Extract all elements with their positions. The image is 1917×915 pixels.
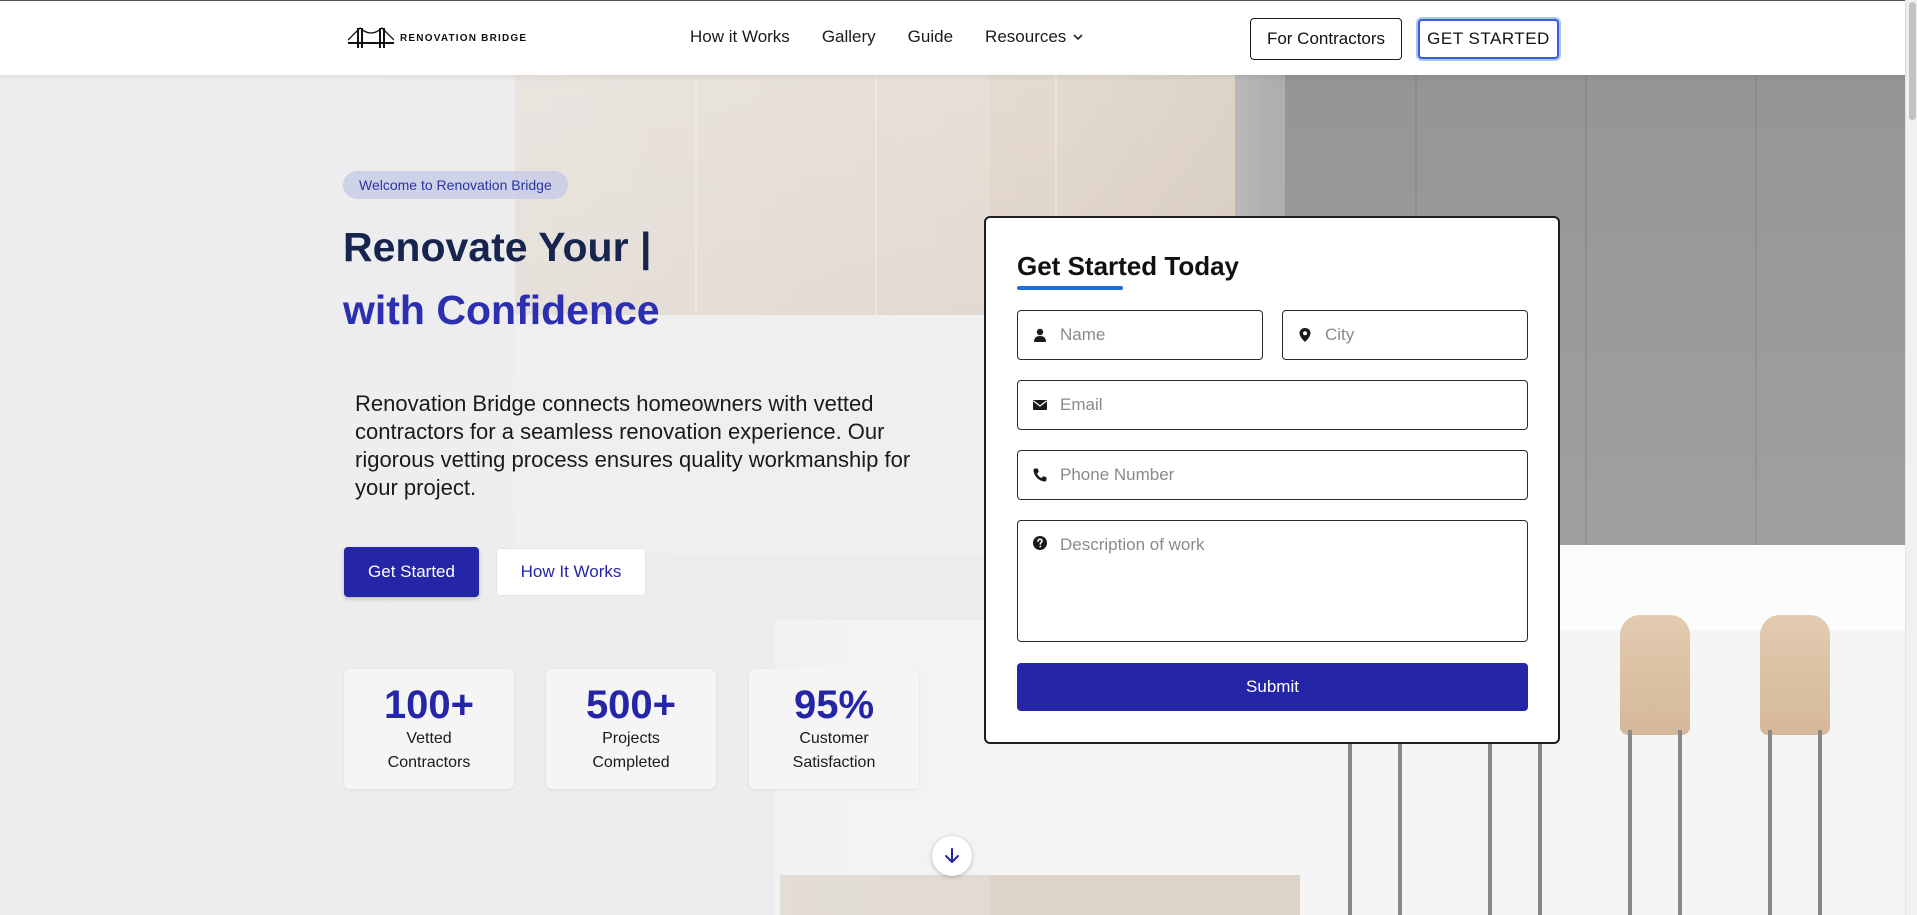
hero-how-it-works-button[interactable]: How It Works — [496, 548, 646, 596]
hero-get-started-button[interactable]: Get Started — [344, 547, 479, 597]
scrollbar-thumb[interactable] — [1909, 2, 1916, 120]
stat-label: Customer Satisfaction — [792, 730, 876, 771]
for-contractors-button[interactable]: For Contractors — [1250, 18, 1402, 60]
description-field[interactable] — [1017, 520, 1528, 642]
nav-link-gallery[interactable]: Gallery — [822, 27, 876, 47]
question-circle-icon — [1033, 536, 1047, 550]
email-input[interactable] — [1060, 395, 1527, 415]
city-field[interactable] — [1282, 310, 1528, 360]
arrow-down-icon — [945, 848, 959, 863]
headline-line-1: Renovate Your | — [343, 224, 652, 270]
top-nav: RENOVATION BRIDGE How it Works Gallery G… — [0, 0, 1905, 75]
phone-field[interactable] — [1017, 450, 1528, 500]
form-title-underline — [1017, 286, 1123, 290]
stat-card-projects: 500+ Projects Completed — [546, 669, 716, 789]
nav-links: How it Works Gallery Guide Resources — [690, 27, 1084, 47]
stat-card-contractors: 100+ Vetted Contractors — [344, 669, 514, 789]
city-input[interactable] — [1325, 325, 1527, 345]
stat-card-satisfaction: 95% Customer Satisfaction — [749, 669, 919, 789]
get-started-form: Get Started Today Submit — [984, 216, 1560, 744]
email-field[interactable] — [1017, 380, 1528, 430]
bridge-logo-icon — [348, 27, 394, 48]
site-logo[interactable]: RENOVATION BRIDGE — [348, 26, 527, 50]
stat-value: 500+ — [585, 683, 677, 727]
stat-value: 95% — [793, 683, 875, 727]
nav-get-started-button[interactable]: GET STARTED — [1418, 19, 1559, 59]
phone-icon — [1033, 468, 1047, 482]
page-scrollbar[interactable] — [1905, 0, 1917, 915]
phone-input[interactable] — [1060, 465, 1527, 485]
nav-link-how-it-works[interactable]: How it Works — [690, 27, 790, 47]
hero-background — [0, 75, 1905, 915]
map-pin-icon — [1299, 328, 1311, 342]
submit-button[interactable]: Submit — [1017, 663, 1528, 711]
nav-link-resources-label: Resources — [985, 27, 1067, 46]
description-textarea[interactable] — [1060, 535, 1527, 625]
stat-label: Vetted Contractors — [387, 730, 471, 771]
chevron-down-icon — [1073, 34, 1083, 41]
intro-text: Renovation Bridge connects homeowners wi… — [355, 391, 911, 500]
envelope-icon — [1033, 400, 1047, 410]
form-title: Get Started Today — [1017, 251, 1240, 281]
logo-text: RENOVATION BRIDGE — [400, 32, 528, 44]
name-input[interactable] — [1060, 325, 1262, 345]
stat-value: 100+ — [383, 683, 475, 727]
user-icon — [1034, 328, 1046, 342]
headline-line-2: with Confidence — [343, 287, 660, 333]
nav-link-resources[interactable]: Resources — [985, 27, 1084, 47]
welcome-badge: Welcome to Renovation Bridge — [343, 171, 568, 199]
name-field[interactable] — [1017, 310, 1263, 360]
stat-label: Projects Completed — [592, 730, 670, 771]
scroll-down-button[interactable] — [932, 836, 972, 876]
nav-link-guide[interactable]: Guide — [908, 27, 953, 47]
